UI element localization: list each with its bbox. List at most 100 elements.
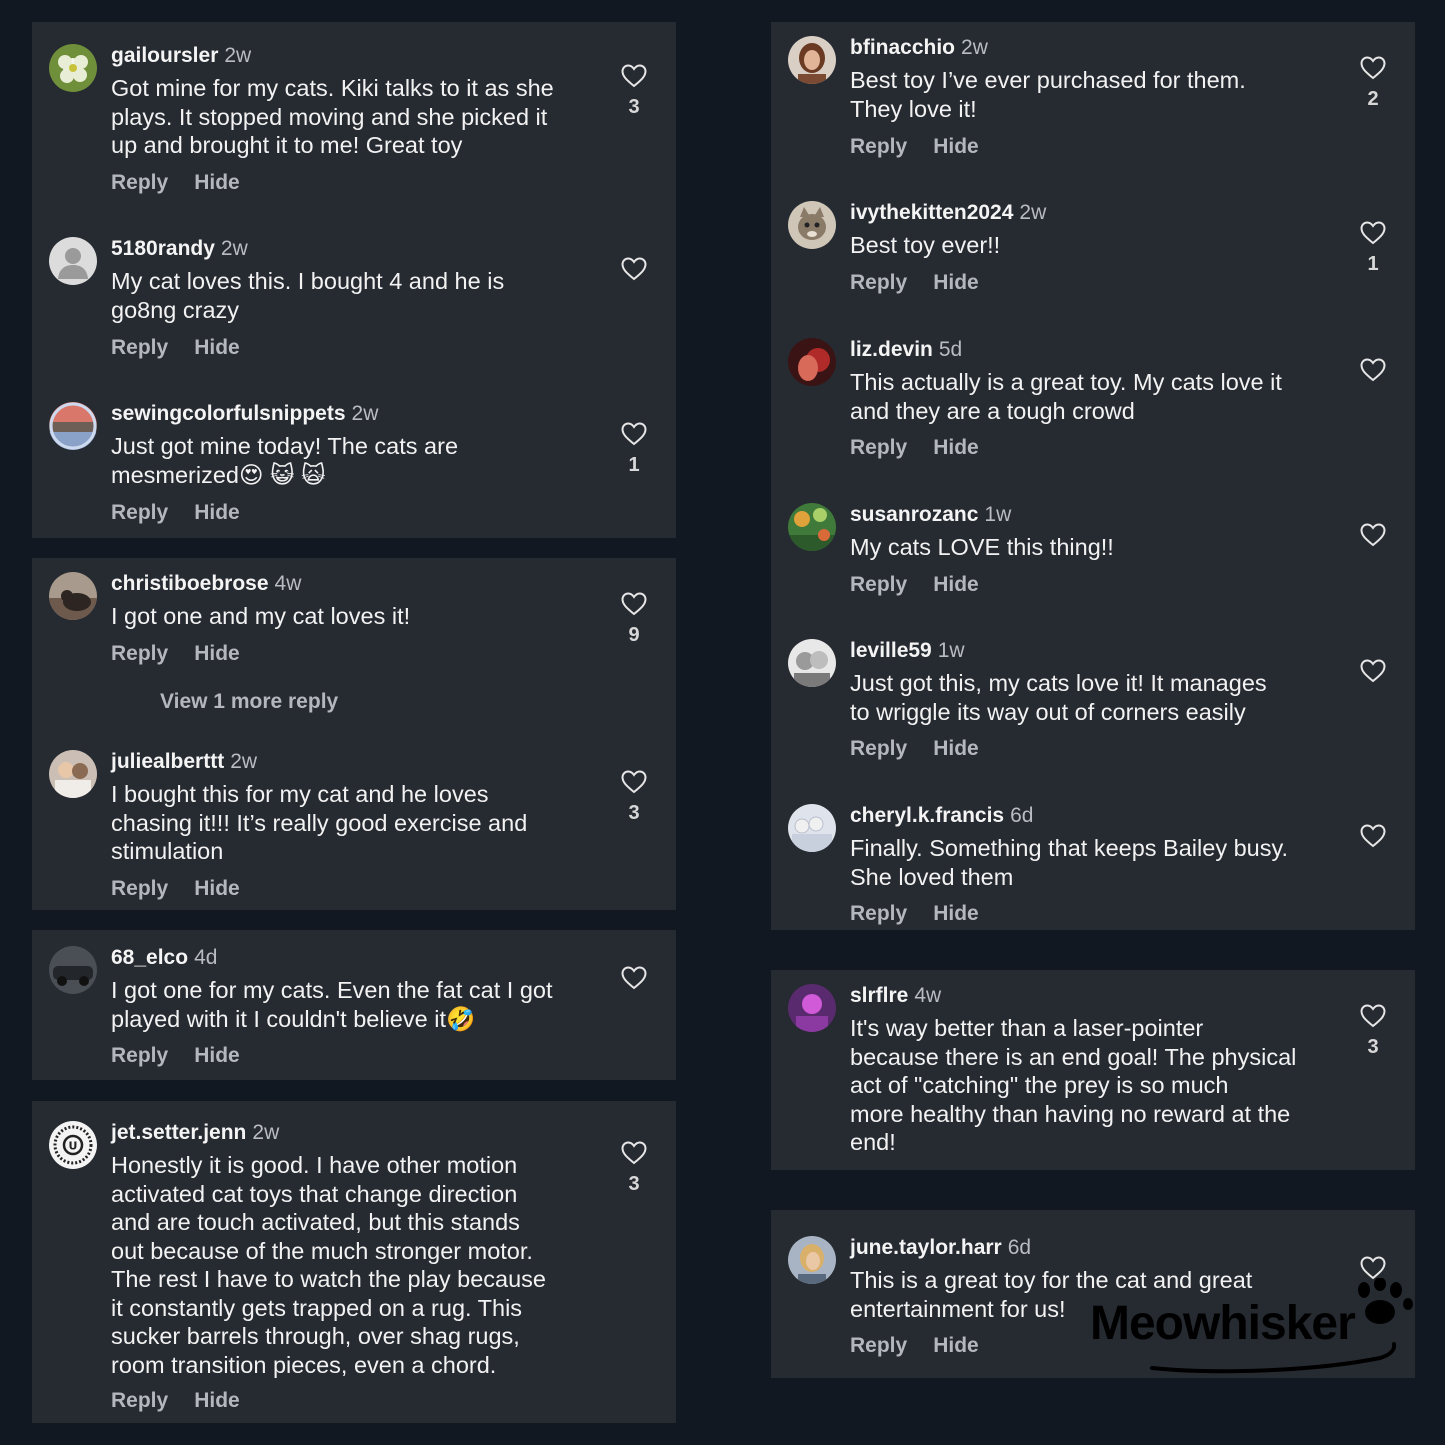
group-avatar[interactable] <box>788 804 836 852</box>
like-count <box>620 289 648 313</box>
reply-button[interactable]: Reply <box>850 436 907 459</box>
like-button[interactable]: 1 <box>620 422 648 478</box>
reply-button[interactable]: Reply <box>850 573 907 596</box>
comment-username[interactable]: ivythekitten2024 2w <box>850 201 1046 225</box>
comment-line: go8ng crazy <box>111 296 240 323</box>
comment-line: Honestly it is good. I have other motion <box>111 1152 518 1178</box>
hide-button[interactable]: Hide <box>933 271 979 294</box>
comment-username[interactable]: leville59 1w <box>850 639 965 663</box>
view-more-replies-button[interactable]: View 1 more reply <box>160 690 338 714</box>
like-button[interactable]: 3 <box>620 770 648 826</box>
red-avatar[interactable] <box>788 338 836 386</box>
hide-button[interactable]: Hide <box>194 1389 240 1412</box>
garden-avatar[interactable] <box>788 503 836 551</box>
like-button[interactable]: 3 <box>620 1141 648 1197</box>
reply-button[interactable]: Reply <box>850 271 907 294</box>
svg-text:U: U <box>69 1140 78 1153</box>
comment-card: bfinacchio 2w Best toy I’ve ever purchase… <box>771 22 1415 930</box>
selfie-avatar[interactable] <box>788 1236 836 1284</box>
comment-line: I bought this for my cat and he loves <box>111 781 489 807</box>
heart-icon <box>621 592 647 616</box>
comment-text: My cat loves this. I bought 4 and he is … <box>111 267 606 324</box>
like-button[interactable]: 1 <box>1359 221 1387 277</box>
comment-username[interactable]: slrflre 4w <box>850 984 941 1008</box>
like-button[interactable]: 3 <box>620 64 648 120</box>
comment-text: I got one for my cats. Even the fat cat … <box>111 976 606 1033</box>
comment-username[interactable]: jet.setter.jenn 2w <box>111 1121 279 1145</box>
like-button[interactable]: 2 <box>1359 56 1387 112</box>
comment-username[interactable]: gailoursler 2w <box>111 44 251 68</box>
comment-text: Honestly it is good. I have other motion… <box>111 1151 606 1379</box>
like-count: 1 <box>1367 253 1379 275</box>
heart-icon <box>1360 1004 1386 1028</box>
cat-photo-avatar[interactable] <box>49 572 97 620</box>
reply-button[interactable]: Reply <box>850 1334 907 1357</box>
comment-age: 2w <box>220 237 248 260</box>
comment-actions: Reply Hide <box>111 642 240 666</box>
comment-age: 4d <box>194 946 218 969</box>
people-avatar[interactable] <box>49 750 97 798</box>
like-button[interactable]: 3 <box>1359 1004 1387 1060</box>
comment-username[interactable]: sewingcolorfulsnippets 2w <box>111 402 378 426</box>
hide-button[interactable]: Hide <box>194 501 240 524</box>
sunset-avatar[interactable] <box>49 402 97 450</box>
comment-username[interactable]: june.taylor.harr 6d <box>850 1236 1031 1260</box>
comment-actions: Reply Hide <box>850 573 979 597</box>
like-button[interactable] <box>620 966 648 1022</box>
reply-button[interactable]: Reply <box>850 737 907 760</box>
reply-button[interactable]: Reply <box>850 135 907 158</box>
hide-button[interactable]: Hide <box>933 436 979 459</box>
like-button[interactable] <box>1359 523 1387 579</box>
hide-button[interactable]: Hide <box>194 642 240 665</box>
comment-line: chasing it!!! It’s really good exercise … <box>111 809 528 836</box>
comment-username[interactable]: bfinacchio 2w <box>850 36 988 60</box>
hide-button[interactable]: Hide <box>933 135 979 158</box>
like-count: 3 <box>628 1173 640 1195</box>
hide-button[interactable]: Hide <box>194 1044 240 1067</box>
hide-button[interactable]: Hide <box>933 573 979 596</box>
comment-username[interactable]: 68_elco 4d <box>111 946 217 970</box>
comment-line: Best toy I’ve ever purchased for them. <box>850 67 1246 93</box>
portrait-avatar[interactable] <box>788 36 836 84</box>
hide-button[interactable]: Hide <box>933 1334 979 1357</box>
like-button[interactable] <box>1359 358 1387 414</box>
like-button[interactable] <box>1359 824 1387 880</box>
hide-button[interactable]: Hide <box>194 877 240 900</box>
comment-line: up and brought it to me! Great toy <box>111 132 463 158</box>
comment-age: 2w <box>230 750 258 773</box>
comment-username[interactable]: susanrozanc 1w <box>850 503 1011 527</box>
comment-line: end! <box>850 1129 896 1155</box>
like-button[interactable]: 9 <box>620 592 648 648</box>
reply-button[interactable]: Reply <box>111 501 168 524</box>
comment-username[interactable]: 5180randy 2w <box>111 237 248 261</box>
emblem-avatar[interactable]: U <box>49 1121 97 1169</box>
heart-icon <box>1360 56 1386 80</box>
reply-button[interactable]: Reply <box>850 902 907 925</box>
like-button[interactable] <box>620 257 648 313</box>
reply-button[interactable]: Reply <box>111 1044 168 1067</box>
purple-avatar[interactable] <box>788 984 836 1032</box>
car-avatar[interactable] <box>49 946 97 994</box>
comment-line: played with it I couldn't believe it🤣 <box>111 1005 476 1032</box>
comment-text: My cats LOVE this thing!! <box>850 533 1345 562</box>
like-button[interactable] <box>1359 659 1387 715</box>
kitten-avatar[interactable] <box>788 201 836 249</box>
comment-username[interactable]: christiboebrose 4w <box>111 572 301 596</box>
comment-line: I got one for my cats. Even the fat cat … <box>111 977 553 1003</box>
comment-username[interactable]: liz.devin 5d <box>850 338 962 362</box>
couple-avatar[interactable] <box>788 639 836 687</box>
reply-button[interactable]: Reply <box>111 171 168 194</box>
hide-button[interactable]: Hide <box>933 737 979 760</box>
reply-button[interactable]: Reply <box>111 877 168 900</box>
hide-button[interactable]: Hide <box>933 902 979 925</box>
hide-button[interactable]: Hide <box>194 336 240 359</box>
flower-avatar[interactable] <box>49 44 97 92</box>
reply-button[interactable]: Reply <box>111 1389 168 1412</box>
hide-button[interactable]: Hide <box>194 171 240 194</box>
comment-username[interactable]: juliealberttt 2w <box>111 750 257 774</box>
reply-button[interactable]: Reply <box>111 642 168 665</box>
like-count <box>1359 555 1387 579</box>
reply-button[interactable]: Reply <box>111 336 168 359</box>
comment-username[interactable]: cheryl.k.francis 6d <box>850 804 1033 828</box>
default-avatar[interactable] <box>49 237 97 285</box>
